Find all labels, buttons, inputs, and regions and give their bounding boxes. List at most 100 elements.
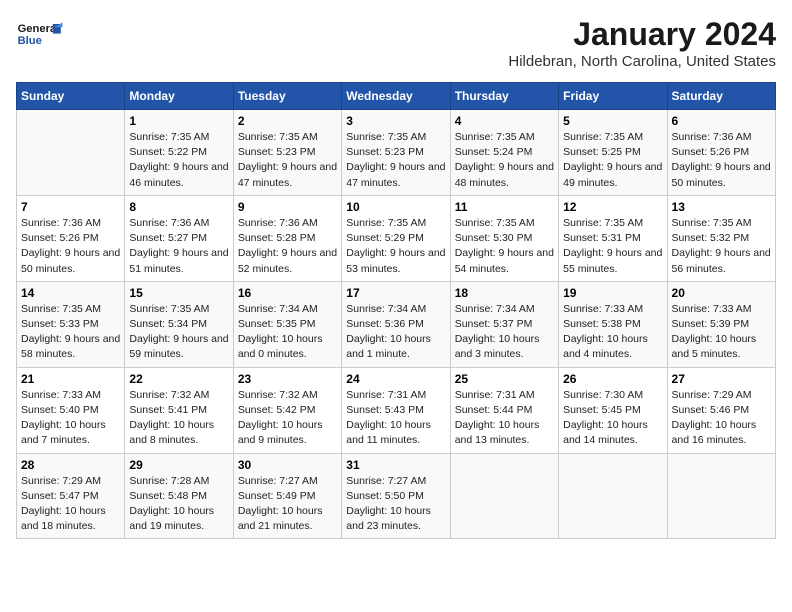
day-number: 13: [672, 200, 771, 214]
day-detail: Sunrise: 7:29 AMSunset: 5:46 PMDaylight:…: [672, 388, 771, 449]
day-number: 7: [21, 200, 120, 214]
day-detail: Sunrise: 7:35 AMSunset: 5:30 PMDaylight:…: [455, 216, 554, 277]
calendar-cell: 30 Sunrise: 7:27 AMSunset: 5:49 PMDayligh…: [233, 453, 341, 539]
calendar-cell: 22 Sunrise: 7:32 AMSunset: 5:41 PMDayligh…: [125, 367, 233, 453]
day-detail: Sunrise: 7:31 AMSunset: 5:44 PMDaylight:…: [455, 388, 554, 449]
day-number: 17: [346, 286, 445, 300]
day-number: 19: [563, 286, 662, 300]
day-number: 5: [563, 114, 662, 128]
day-number: 31: [346, 458, 445, 472]
day-number: 6: [672, 114, 771, 128]
day-detail: Sunrise: 7:33 AMSunset: 5:40 PMDaylight:…: [21, 388, 120, 449]
calendar-title: January 2024: [508, 16, 776, 53]
day-detail: Sunrise: 7:35 AMSunset: 5:25 PMDaylight:…: [563, 130, 662, 191]
day-number: 27: [672, 372, 771, 386]
calendar-cell: [450, 453, 558, 539]
calendar-cell: 1 Sunrise: 7:35 AMSunset: 5:22 PMDaylight…: [125, 110, 233, 196]
calendar-week-row: 1 Sunrise: 7:35 AMSunset: 5:22 PMDaylight…: [17, 110, 776, 196]
calendar-cell: 7 Sunrise: 7:36 AMSunset: 5:26 PMDaylight…: [17, 195, 125, 281]
calendar-subtitle: Hildebran, North Carolina, United States: [508, 53, 776, 70]
day-number: 15: [129, 286, 228, 300]
day-detail: Sunrise: 7:32 AMSunset: 5:41 PMDaylight:…: [129, 388, 228, 449]
page-header: General Blue January 2024 Hildebran, Nor…: [16, 16, 776, 70]
day-detail: Sunrise: 7:34 AMSunset: 5:36 PMDaylight:…: [346, 302, 445, 363]
day-number: 1: [129, 114, 228, 128]
day-number: 12: [563, 200, 662, 214]
calendar-week-row: 21Sunrise: 7:33 AMSunset: 5:40 PMDayligh…: [17, 367, 776, 453]
calendar-cell: 21Sunrise: 7:33 AMSunset: 5:40 PMDayligh…: [17, 367, 125, 453]
calendar-cell: [559, 453, 667, 539]
day-number: 2: [238, 114, 337, 128]
day-detail: Sunrise: 7:35 AMSunset: 5:33 PMDaylight:…: [21, 302, 120, 363]
header-day-monday: Monday: [125, 83, 233, 110]
day-detail: Sunrise: 7:33 AMSunset: 5:38 PMDaylight:…: [563, 302, 662, 363]
days-header-row: SundayMondayTuesdayWednesdayThursdayFrid…: [17, 83, 776, 110]
calendar-cell: 29 Sunrise: 7:28 AMSunset: 5:48 PMDayligh…: [125, 453, 233, 539]
calendar-cell: 9Sunrise: 7:36 AMSunset: 5:28 PMDaylight…: [233, 195, 341, 281]
svg-text:Blue: Blue: [18, 35, 42, 47]
calendar-cell: 17 Sunrise: 7:34 AMSunset: 5:36 PMDayligh…: [342, 281, 450, 367]
day-number: 10: [346, 200, 445, 214]
day-detail: Sunrise: 7:29 AMSunset: 5:47 PMDaylight:…: [21, 474, 120, 535]
calendar-cell: [17, 110, 125, 196]
day-detail: Sunrise: 7:35 AMSunset: 5:24 PMDaylight:…: [455, 130, 554, 191]
logo-icon: General Blue: [16, 16, 64, 52]
day-detail: Sunrise: 7:36 AMSunset: 5:27 PMDaylight:…: [129, 216, 228, 277]
day-detail: Sunrise: 7:33 AMSunset: 5:39 PMDaylight:…: [672, 302, 771, 363]
day-number: 26: [563, 372, 662, 386]
day-detail: Sunrise: 7:34 AMSunset: 5:35 PMDaylight:…: [238, 302, 337, 363]
title-block: January 2024 Hildebran, North Carolina, …: [508, 16, 776, 70]
day-number: 29: [129, 458, 228, 472]
day-number: 3: [346, 114, 445, 128]
day-detail: Sunrise: 7:35 AMSunset: 5:31 PMDaylight:…: [563, 216, 662, 277]
day-number: 18: [455, 286, 554, 300]
calendar-cell: 16 Sunrise: 7:34 AMSunset: 5:35 PMDayligh…: [233, 281, 341, 367]
day-detail: Sunrise: 7:28 AMSunset: 5:48 PMDaylight:…: [129, 474, 228, 535]
calendar-cell: 12 Sunrise: 7:35 AMSunset: 5:31 PMDayligh…: [559, 195, 667, 281]
day-number: 11: [455, 200, 554, 214]
day-detail: Sunrise: 7:35 AMSunset: 5:22 PMDaylight:…: [129, 130, 228, 191]
day-number: 16: [238, 286, 337, 300]
calendar-cell: 5 Sunrise: 7:35 AMSunset: 5:25 PMDaylight…: [559, 110, 667, 196]
calendar-cell: 27 Sunrise: 7:29 AMSunset: 5:46 PMDayligh…: [667, 367, 775, 453]
calendar-cell: [667, 453, 775, 539]
day-detail: Sunrise: 7:36 AMSunset: 5:26 PMDaylight:…: [672, 130, 771, 191]
calendar-cell: 18 Sunrise: 7:34 AMSunset: 5:37 PMDayligh…: [450, 281, 558, 367]
day-number: 4: [455, 114, 554, 128]
calendar-cell: 15 Sunrise: 7:35 AMSunset: 5:34 PMDayligh…: [125, 281, 233, 367]
calendar-cell: 8 Sunrise: 7:36 AMSunset: 5:27 PMDaylight…: [125, 195, 233, 281]
day-detail: Sunrise: 7:34 AMSunset: 5:37 PMDaylight:…: [455, 302, 554, 363]
calendar-cell: 14 Sunrise: 7:35 AMSunset: 5:33 PMDayligh…: [17, 281, 125, 367]
calendar-cell: 24 Sunrise: 7:31 AMSunset: 5:43 PMDayligh…: [342, 367, 450, 453]
calendar-table: SundayMondayTuesdayWednesdayThursdayFrid…: [16, 82, 776, 539]
day-detail: Sunrise: 7:35 AMSunset: 5:32 PMDaylight:…: [672, 216, 771, 277]
calendar-cell: 31Sunrise: 7:27 AMSunset: 5:50 PMDayligh…: [342, 453, 450, 539]
day-number: 24: [346, 372, 445, 386]
day-detail: Sunrise: 7:35 AMSunset: 5:29 PMDaylight:…: [346, 216, 445, 277]
day-detail: Sunrise: 7:30 AMSunset: 5:45 PMDaylight:…: [563, 388, 662, 449]
calendar-cell: 13 Sunrise: 7:35 AMSunset: 5:32 PMDayligh…: [667, 195, 775, 281]
calendar-cell: 6 Sunrise: 7:36 AMSunset: 5:26 PMDaylight…: [667, 110, 775, 196]
calendar-cell: 19 Sunrise: 7:33 AMSunset: 5:38 PMDayligh…: [559, 281, 667, 367]
day-detail: Sunrise: 7:31 AMSunset: 5:43 PMDaylight:…: [346, 388, 445, 449]
calendar-cell: 28 Sunrise: 7:29 AMSunset: 5:47 PMDayligh…: [17, 453, 125, 539]
day-number: 20: [672, 286, 771, 300]
header-day-friday: Friday: [559, 83, 667, 110]
day-detail: Sunrise: 7:36 AMSunset: 5:26 PMDaylight:…: [21, 216, 120, 277]
day-number: 22: [129, 372, 228, 386]
day-number: 8: [129, 200, 228, 214]
day-detail: Sunrise: 7:35 AMSunset: 5:34 PMDaylight:…: [129, 302, 228, 363]
header-day-thursday: Thursday: [450, 83, 558, 110]
day-number: 28: [21, 458, 120, 472]
calendar-cell: 26 Sunrise: 7:30 AMSunset: 5:45 PMDayligh…: [559, 367, 667, 453]
day-detail: Sunrise: 7:27 AMSunset: 5:49 PMDaylight:…: [238, 474, 337, 535]
day-number: 14: [21, 286, 120, 300]
header-day-sunday: Sunday: [17, 83, 125, 110]
header-day-saturday: Saturday: [667, 83, 775, 110]
calendar-cell: 23Sunrise: 7:32 AMSunset: 5:42 PMDayligh…: [233, 367, 341, 453]
day-number: 30: [238, 458, 337, 472]
calendar-cell: 10 Sunrise: 7:35 AMSunset: 5:29 PMDayligh…: [342, 195, 450, 281]
calendar-cell: 4 Sunrise: 7:35 AMSunset: 5:24 PMDaylight…: [450, 110, 558, 196]
day-number: 9: [238, 200, 337, 214]
day-number: 25: [455, 372, 554, 386]
